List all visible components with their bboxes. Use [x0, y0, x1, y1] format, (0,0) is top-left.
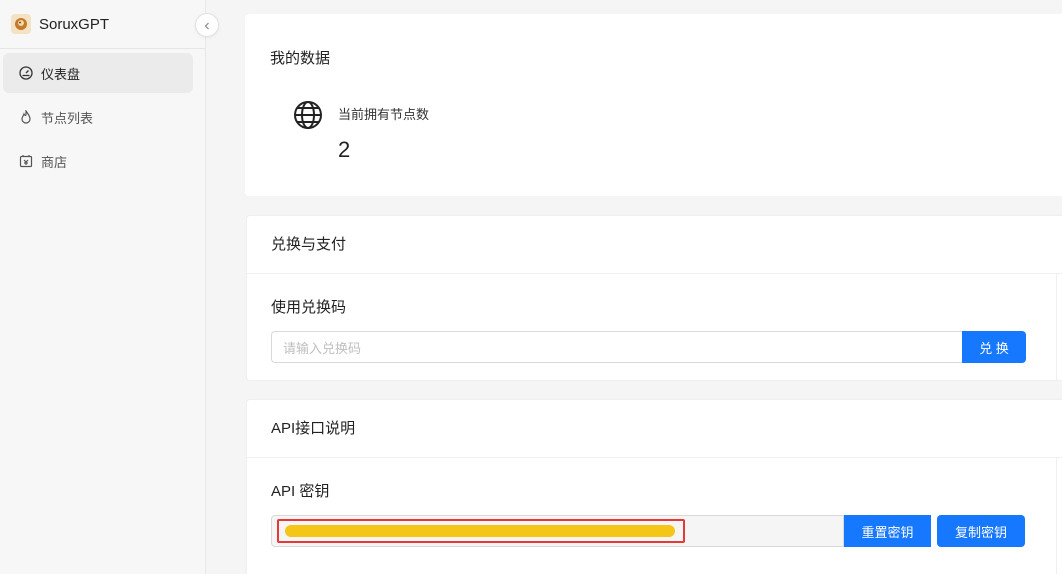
divider — [1056, 274, 1057, 381]
api-card: API接口说明 API 密钥 重置密钥 复制密钥 — [246, 399, 1062, 574]
sidebar-item-shop[interactable]: 商店 — [3, 141, 193, 181]
collapse-sidebar-button[interactable] — [195, 13, 219, 37]
api-key-redacted — [285, 525, 675, 537]
my-data-title: 我的数据 — [270, 50, 331, 67]
globe-icon — [293, 100, 323, 130]
sidebar-nav: 仪表盘 节点列表 商店 — [0, 49, 205, 181]
reset-key-button[interactable]: 重置密钥 — [844, 515, 931, 547]
redeem-button[interactable]: 兑 换 — [962, 331, 1026, 363]
sidebar-item-label: 商店 — [41, 154, 68, 170]
api-card-title: API接口说明 — [247, 400, 1062, 458]
flame-icon — [18, 109, 34, 125]
stat-value: 2 — [338, 137, 351, 162]
shop-icon — [18, 153, 34, 169]
sidebar-item-dashboard[interactable]: 仪表盘 — [3, 53, 193, 93]
main-content: 我的数据 当前拥有节点数 2 兑换与支付 使用兑换码 请输入兑换码 兑 换 AP… — [207, 0, 1062, 574]
sidebar-item-label: 节点列表 — [41, 110, 94, 126]
gauge-icon — [18, 65, 34, 81]
chevron-left-icon — [203, 17, 211, 33]
divider — [1056, 458, 1057, 574]
copy-key-button[interactable]: 复制密钥 — [937, 515, 1025, 547]
redeem-card-title: 兑换与支付 — [247, 216, 1062, 274]
redeem-subtitle: 使用兑换码 — [271, 299, 347, 316]
api-key-field[interactable] — [271, 515, 844, 547]
api-key-subtitle: API 密钥 — [271, 483, 330, 500]
my-data-card: 我的数据 当前拥有节点数 2 — [245, 14, 1062, 196]
redeem-code-input[interactable]: 请输入兑换码 — [271, 331, 962, 363]
api-key-highlight — [277, 519, 685, 543]
brand-name: SoruxGPT — [39, 15, 110, 33]
sidebar-item-label: 仪表盘 — [41, 66, 81, 82]
brand-logo-icon — [11, 14, 31, 34]
sidebar-item-node-list[interactable]: 节点列表 — [3, 97, 193, 137]
brand[interactable]: SoruxGPT — [0, 0, 205, 49]
api-key-row: 重置密钥 复制密钥 — [271, 515, 1026, 547]
redeem-card: 兑换与支付 使用兑换码 请输入兑换码 兑 换 — [246, 215, 1062, 381]
stat-label: 当前拥有节点数 — [338, 107, 430, 122]
sidebar: SoruxGPT 仪表盘 节点列表 商店 — [0, 0, 206, 574]
node-count-stat: 当前拥有节点数 2 — [293, 98, 429, 163]
redeem-row: 请输入兑换码 兑 换 — [271, 331, 1026, 363]
